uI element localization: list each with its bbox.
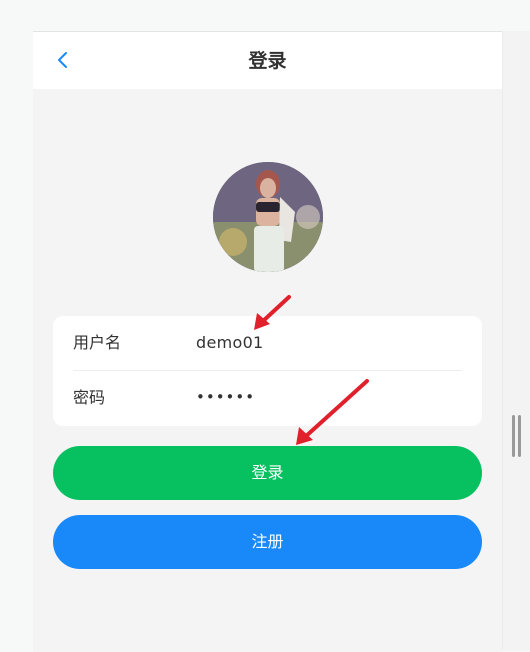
password-field[interactable]: ••••••	[196, 386, 255, 408]
password-row: 密码 ••••••	[53, 371, 482, 425]
username-row: 用户名 demo01	[53, 316, 482, 370]
login-form: 用户名 demo01 密码 ••••••	[53, 316, 482, 426]
top-margin	[0, 0, 530, 31]
avatar	[213, 162, 323, 272]
scrollbar-track	[502, 31, 530, 651]
nav-bar: 登录	[33, 32, 502, 89]
page-title: 登录	[248, 50, 287, 72]
username-field[interactable]: demo01	[196, 332, 264, 354]
login-button[interactable]: 登录	[53, 446, 482, 500]
outer-margin	[0, 0, 33, 651]
password-label: 密码	[73, 388, 106, 407]
username-label: 用户名	[73, 333, 122, 352]
register-button[interactable]: 注册	[53, 515, 482, 569]
scrollbar-handle[interactable]	[512, 415, 522, 457]
mobile-page: 登录 用户名 demo01 密码 •••••• 登录 注册	[33, 31, 502, 652]
